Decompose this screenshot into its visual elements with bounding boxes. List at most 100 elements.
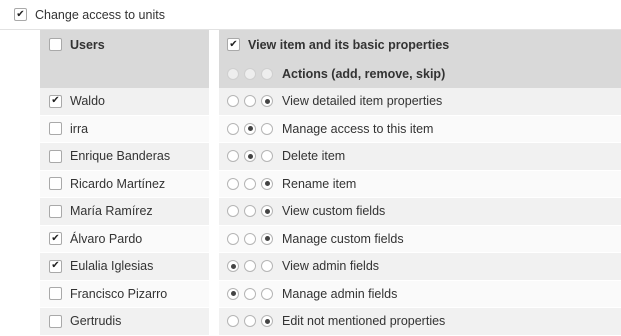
user-row[interactable]: Enrique Banderas	[40, 143, 209, 171]
permission-label: Manage access to this item	[282, 121, 434, 136]
permission-radio-skip[interactable]	[261, 205, 273, 218]
permission-label: View detailed item properties	[282, 94, 443, 109]
permission-radio-group	[227, 287, 278, 300]
action-radio-skip	[261, 67, 273, 80]
users-select-all-checkbox[interactable]	[49, 38, 62, 51]
permission-label: Manage custom fields	[282, 231, 404, 246]
permission-radio-deny[interactable]	[244, 150, 256, 163]
user-row[interactable]: Eulalia Iglesias	[40, 253, 209, 281]
action-radio-add	[227, 67, 239, 80]
permission-radio-allow[interactable]	[227, 122, 239, 135]
user-name: Gertrudis	[70, 314, 122, 329]
user-checkbox[interactable]	[49, 94, 62, 108]
permission-row: Delete item	[219, 143, 621, 171]
permission-radio-allow[interactable]	[227, 260, 239, 273]
user-row[interactable]: Francisco Pizarro	[40, 280, 209, 308]
permission-radio-deny[interactable]	[244, 315, 256, 328]
user-row[interactable]: irra	[40, 115, 209, 143]
user-checkbox[interactable]	[49, 259, 62, 273]
permission-radio-skip[interactable]	[261, 287, 273, 300]
permission-radio-deny[interactable]	[244, 177, 256, 190]
permission-label: Edit not mentioned properties	[282, 314, 446, 329]
permission-radio-group	[227, 260, 278, 273]
permission-radio-deny[interactable]	[244, 122, 256, 135]
user-checkbox[interactable]	[49, 287, 62, 301]
permission-radio-allow[interactable]	[227, 177, 239, 190]
change-access-label: Change access to units	[35, 7, 165, 22]
action-radio-remove	[244, 67, 256, 80]
permission-radio-allow[interactable]	[227, 95, 239, 108]
user-row[interactable]: Álvaro Pardo	[40, 225, 209, 253]
user-name: Waldo	[70, 94, 105, 109]
permission-radio-skip[interactable]	[261, 150, 273, 163]
permission-radio-skip[interactable]	[261, 95, 273, 108]
permissions-list: View detailed item properties Manage acce…	[219, 88, 621, 336]
permission-label: Delete item	[282, 149, 346, 164]
user-name: Francisco Pizarro	[70, 286, 168, 301]
user-name: irra	[70, 121, 89, 136]
permission-radio-skip[interactable]	[261, 232, 273, 245]
user-row[interactable]: María Ramírez	[40, 198, 209, 226]
view-item-checkbox[interactable]	[227, 38, 240, 51]
permission-radio-deny[interactable]	[244, 232, 256, 245]
permission-row: Manage custom fields	[219, 225, 621, 253]
user-row[interactable]: Gertrudis	[40, 308, 209, 336]
permission-radio-skip[interactable]	[261, 177, 273, 190]
permission-row: Rename item	[219, 170, 621, 198]
users-header-label: Users	[70, 38, 105, 52]
change-access-checkbox[interactable]	[14, 8, 27, 21]
permission-radio-allow[interactable]	[227, 150, 239, 163]
permissions-column: View item and its basic properties Actio…	[219, 30, 621, 336]
permission-row: View detailed item properties	[219, 88, 621, 116]
change-access-row[interactable]: Change access to units	[0, 0, 621, 30]
user-checkbox[interactable]	[49, 314, 62, 328]
user-checkbox[interactable]	[49, 232, 62, 246]
permission-label: Manage admin fields	[282, 286, 398, 301]
permission-row: View admin fields	[219, 253, 621, 281]
actions-header-label: Actions (add, remove, skip)	[282, 66, 446, 81]
permission-radio-group	[227, 177, 278, 190]
permission-radio-allow[interactable]	[227, 287, 239, 300]
permission-label: View admin fields	[282, 259, 380, 274]
permission-radio-deny[interactable]	[244, 260, 256, 273]
user-row[interactable]: Ricardo Martínez	[40, 170, 209, 198]
users-list: Waldo irra Enrique Banderas Ricardo Martíne…	[40, 88, 209, 336]
user-checkbox[interactable]	[49, 149, 62, 163]
permission-row: Manage admin fields	[219, 280, 621, 308]
user-row[interactable]: Waldo	[40, 88, 209, 116]
permission-radio-deny[interactable]	[244, 287, 256, 300]
permission-radio-group	[227, 95, 278, 108]
user-checkbox[interactable]	[49, 204, 62, 218]
actions-header-row: Actions (add, remove, skip)	[219, 59, 621, 88]
user-name: Álvaro Pardo	[70, 231, 143, 246]
permission-radio-group	[227, 232, 278, 245]
permission-row: View custom fields	[219, 198, 621, 226]
user-checkbox[interactable]	[49, 177, 62, 191]
permission-radio-group	[227, 122, 278, 135]
user-checkbox[interactable]	[49, 122, 62, 136]
permission-label: Rename item	[282, 176, 357, 191]
user-name: Ricardo Martínez	[70, 176, 166, 191]
permission-row: Manage access to this item	[219, 115, 621, 143]
permission-radio-deny[interactable]	[244, 95, 256, 108]
permission-radio-allow[interactable]	[227, 315, 239, 328]
permission-radio-skip[interactable]	[261, 260, 273, 273]
permission-radio-deny[interactable]	[244, 205, 256, 218]
permission-radio-skip[interactable]	[261, 315, 273, 328]
users-column: Users Waldo irra Enrique Banderas Ricardo M…	[40, 30, 209, 336]
permission-radio-group	[227, 150, 278, 163]
actions-radio-group	[227, 67, 278, 80]
permission-radio-group	[227, 315, 278, 328]
permission-radio-allow[interactable]	[227, 232, 239, 245]
user-name: María Ramírez	[70, 204, 153, 219]
view-item-label: View item and its basic properties	[248, 37, 450, 52]
permission-radio-group	[227, 205, 278, 218]
user-name: Enrique Banderas	[70, 149, 171, 164]
permission-radio-skip[interactable]	[261, 122, 273, 135]
view-item-header-row[interactable]: View item and its basic properties	[219, 30, 621, 59]
permissions-header: View item and its basic properties Actio…	[219, 30, 621, 88]
permission-label: View custom fields	[282, 204, 386, 219]
permission-radio-allow[interactable]	[227, 205, 239, 218]
user-name: Eulalia Iglesias	[70, 259, 154, 274]
users-header: Users	[40, 30, 209, 88]
